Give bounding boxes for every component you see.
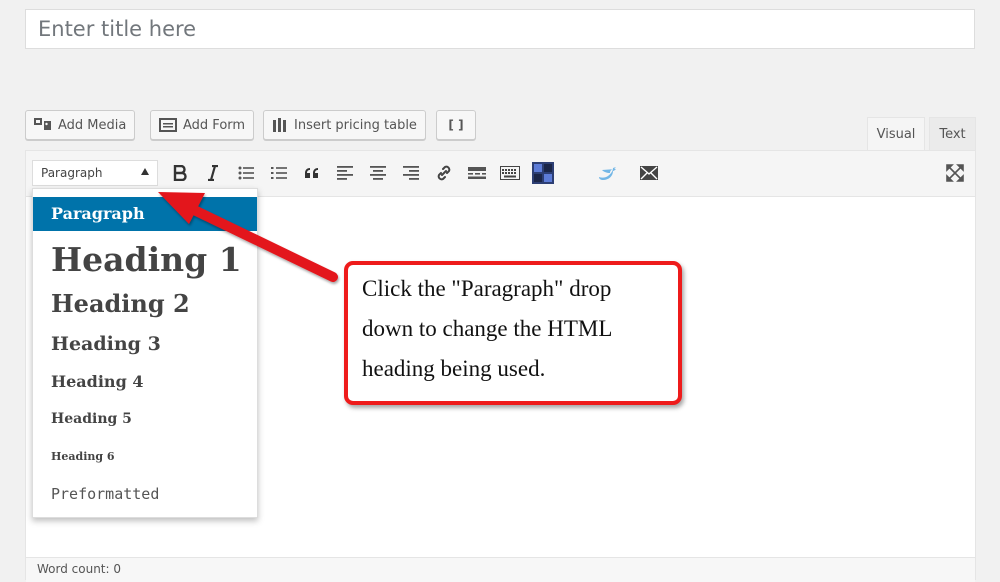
- callout-box: Click the "Paragraph" drop down to chang…: [344, 261, 682, 405]
